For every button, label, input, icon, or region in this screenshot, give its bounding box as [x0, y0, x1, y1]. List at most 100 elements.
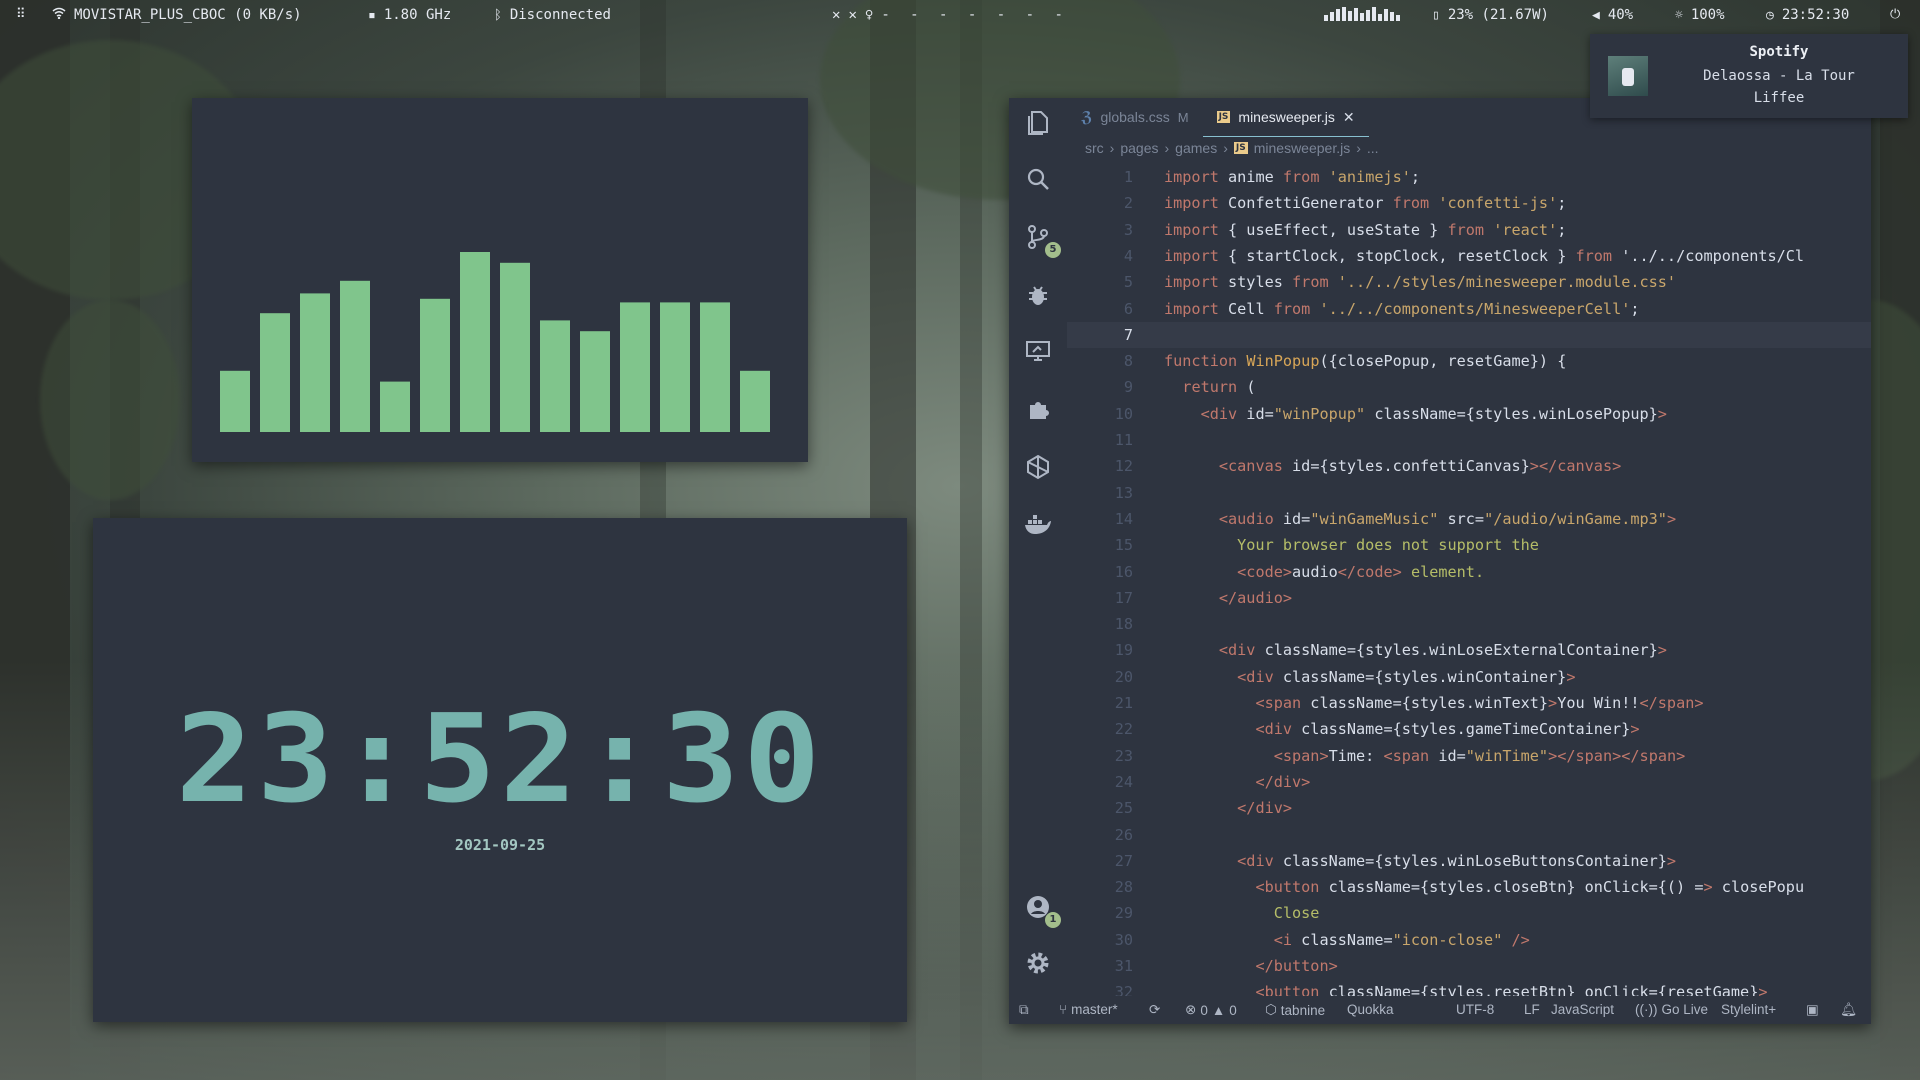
close-tab-icon[interactable]: ✕ [1343, 109, 1355, 126]
workspace-dashes[interactable]: - - - - - - - [881, 7, 1069, 23]
line-number: 13 [1114, 483, 1133, 502]
breadcrumb-item[interactable]: pages [1120, 140, 1158, 156]
code-line[interactable]: 3 import { useEffect, useState } from 're… [1067, 217, 1871, 243]
stylelint-label[interactable]: Stylelint+ [1721, 1002, 1776, 1017]
volume-label: 40% [1607, 7, 1634, 23]
visualizer-bar [300, 293, 330, 432]
code-line[interactable]: 22 <div className={styles.gameTimeContai… [1067, 716, 1871, 742]
encoding-label[interactable]: UTF-8 [1456, 1002, 1494, 1017]
line-number: 6 [1123, 299, 1133, 318]
code-line[interactable]: 4 import { startClock, stopClock, resetCl… [1067, 243, 1871, 269]
code-editor[interactable]: 1 import anime from 'animejs'; 2 import Con… [1067, 162, 1871, 996]
extensions-icon[interactable] [1023, 394, 1053, 424]
docker-icon[interactable] [1023, 510, 1053, 540]
tabnine-indicator[interactable]: ⬡ tabnine [1265, 1002, 1325, 1018]
code-text: <div className={styles.winLoseExternalCo… [1218, 641, 1667, 660]
audio-visualizer-window [192, 98, 808, 462]
breadcrumb-item[interactable]: ... [1367, 140, 1379, 156]
code-line[interactable]: 6 import Cell from '../../components/Mine… [1067, 296, 1871, 322]
tab-minesweeper-js[interactable]: JS minesweeper.js ✕ [1202, 98, 1369, 137]
problems-indicator[interactable]: ⊗ 0 ▲ 0 [1185, 1002, 1237, 1018]
code-line[interactable]: 30 <i className="icon-close" /> [1067, 927, 1871, 953]
code-line[interactable]: 10 <div id="winPopup" className={styles.… [1067, 401, 1871, 427]
bluetooth-status[interactable]: ᛒ Disconnected [494, 7, 611, 23]
accounts-icon[interactable]: 1 [1023, 892, 1061, 928]
code-line[interactable]: 9 return ( [1067, 374, 1871, 400]
code-line[interactable]: 8 function WinPopup({closePopup, resetGam… [1067, 348, 1871, 374]
code-line[interactable]: 21 <span className={styles.winText}>You … [1067, 690, 1871, 716]
remote-explorer-icon[interactable] [1023, 336, 1053, 366]
line-number: 9 [1123, 378, 1133, 397]
workspace-indicators[interactable]: ✕ ✕ ♀ - - - - - - - [832, 7, 1069, 23]
code-line[interactable]: 12 <canvas id={styles.confettiCanvas}></… [1067, 453, 1871, 479]
code-text: <audio id="winGameMusic" src="/audio/win… [1218, 509, 1677, 528]
code-line[interactable]: 26 [1067, 822, 1871, 848]
settings-gear-icon[interactable] [1023, 948, 1053, 978]
code-text: Your browser does not support the [1164, 536, 1539, 555]
apps-menu-icon[interactable]: ⠿ [16, 7, 26, 22]
code-line[interactable]: 14 <audio id="winGameMusic" src="/audio/… [1067, 506, 1871, 532]
code-line[interactable]: 31 </button> [1067, 953, 1871, 979]
code-line[interactable]: 5 import styles from '../../styles/minesw… [1067, 269, 1871, 295]
debug-icon[interactable] [1023, 280, 1053, 310]
search-icon[interactable] [1023, 164, 1053, 194]
visualizer-bar [340, 280, 370, 432]
code-line[interactable]: 2 import ConfettiGenerator from 'confetti… [1067, 190, 1871, 216]
breadcrumb-item[interactable]: games [1175, 140, 1217, 156]
tab-globals-css[interactable]: ℨ globals.css M [1067, 98, 1203, 136]
cpu-label: 1.80 GHz [383, 7, 452, 23]
line-number: 2 [1123, 194, 1133, 213]
code-line[interactable]: 15 Your browser does not support the [1067, 532, 1871, 558]
wifi-status[interactable]: MOVISTAR_PLUS_CBOC (0 KB/s) [52, 7, 302, 23]
sync-icon[interactable]: ⟳ [1149, 1002, 1160, 1018]
close-icon[interactable]: ✕ [832, 7, 840, 23]
line-number: 4 [1123, 246, 1133, 265]
code-line[interactable]: 17 </audio> [1067, 585, 1871, 611]
code-line[interactable]: 7 [1067, 321, 1871, 349]
close-icon[interactable]: ✕ [848, 7, 856, 23]
code-line[interactable]: 19 <div className={styles.winLoseExterna… [1067, 637, 1871, 663]
code-line[interactable]: 18 [1067, 611, 1871, 637]
code-line[interactable]: 13 [1067, 480, 1871, 506]
notification-body: Delaossa - La Tour Liffee [1660, 65, 1898, 109]
breadcrumb-item[interactable]: minesweeper.js [1254, 140, 1351, 156]
code-line[interactable]: 28 <button className={styles.closeBtn} o… [1067, 874, 1871, 900]
source-control-icon[interactable]: 5 [1023, 222, 1061, 258]
code-line[interactable]: 23 <span>Time: <span id="winTime"></span… [1067, 743, 1871, 769]
person-icon[interactable]: ♀ [865, 7, 873, 23]
spotify-notification[interactable]: Spotify Delaossa - La Tour Liffee [1590, 34, 1908, 118]
power-icon[interactable]: ⏻ [1890, 7, 1900, 22]
warning-icon: ▲ [1211, 1002, 1226, 1018]
brightness-status[interactable]: ☼ 100% [1675, 7, 1725, 23]
line-number: 20 [1114, 667, 1133, 686]
code-line[interactable]: 25 </div> [1067, 795, 1871, 821]
code-line[interactable]: 32 <button className={styles.resetBtn} o… [1067, 979, 1871, 996]
code-line[interactable]: 24 </div> [1067, 769, 1871, 795]
code-line[interactable]: 29 Close [1067, 900, 1871, 926]
language-label[interactable]: JavaScript [1551, 1002, 1614, 1017]
line-number: 7 [1123, 325, 1133, 344]
remote-icon[interactable]: ⧉ [1019, 1002, 1029, 1018]
feedback-icon[interactable]: ▣ [1806, 1002, 1819, 1018]
quokka-label[interactable]: Quokka [1347, 1002, 1394, 1017]
eol-label[interactable]: LF [1524, 1002, 1540, 1017]
code-line[interactable]: 16 <code>audio</code> element. [1067, 559, 1871, 585]
code-line[interactable]: 1 import anime from 'animejs'; [1067, 164, 1871, 190]
time-label: 23:52:30 [1781, 7, 1850, 23]
code-line[interactable]: 11 [1067, 427, 1871, 453]
activity-bar: 5 1 [1009, 98, 1067, 996]
cube-icon[interactable] [1023, 452, 1053, 482]
breadcrumb-item[interactable]: src [1085, 140, 1104, 156]
line-number: 25 [1114, 799, 1133, 818]
code-text: import Cell from '../../components/Mines… [1164, 299, 1640, 318]
code-line[interactable]: 27 <div className={styles.winLoseButtons… [1067, 848, 1871, 874]
go-live-button[interactable]: ((·)) Go Live [1635, 1002, 1708, 1017]
notifications-bell-icon[interactable]: 🔔︎ [1840, 1002, 1857, 1018]
branch-indicator[interactable]: ⑂ master* [1059, 1002, 1118, 1017]
code-text: Close [1164, 904, 1320, 923]
volume-status[interactable]: ◀ 40% [1592, 7, 1633, 23]
visualizer-bar [260, 313, 290, 432]
visualizer-bar [620, 302, 650, 432]
explorer-icon[interactable] [1023, 108, 1053, 138]
code-line[interactable]: 20 <div className={styles.winContainer}> [1067, 664, 1871, 690]
